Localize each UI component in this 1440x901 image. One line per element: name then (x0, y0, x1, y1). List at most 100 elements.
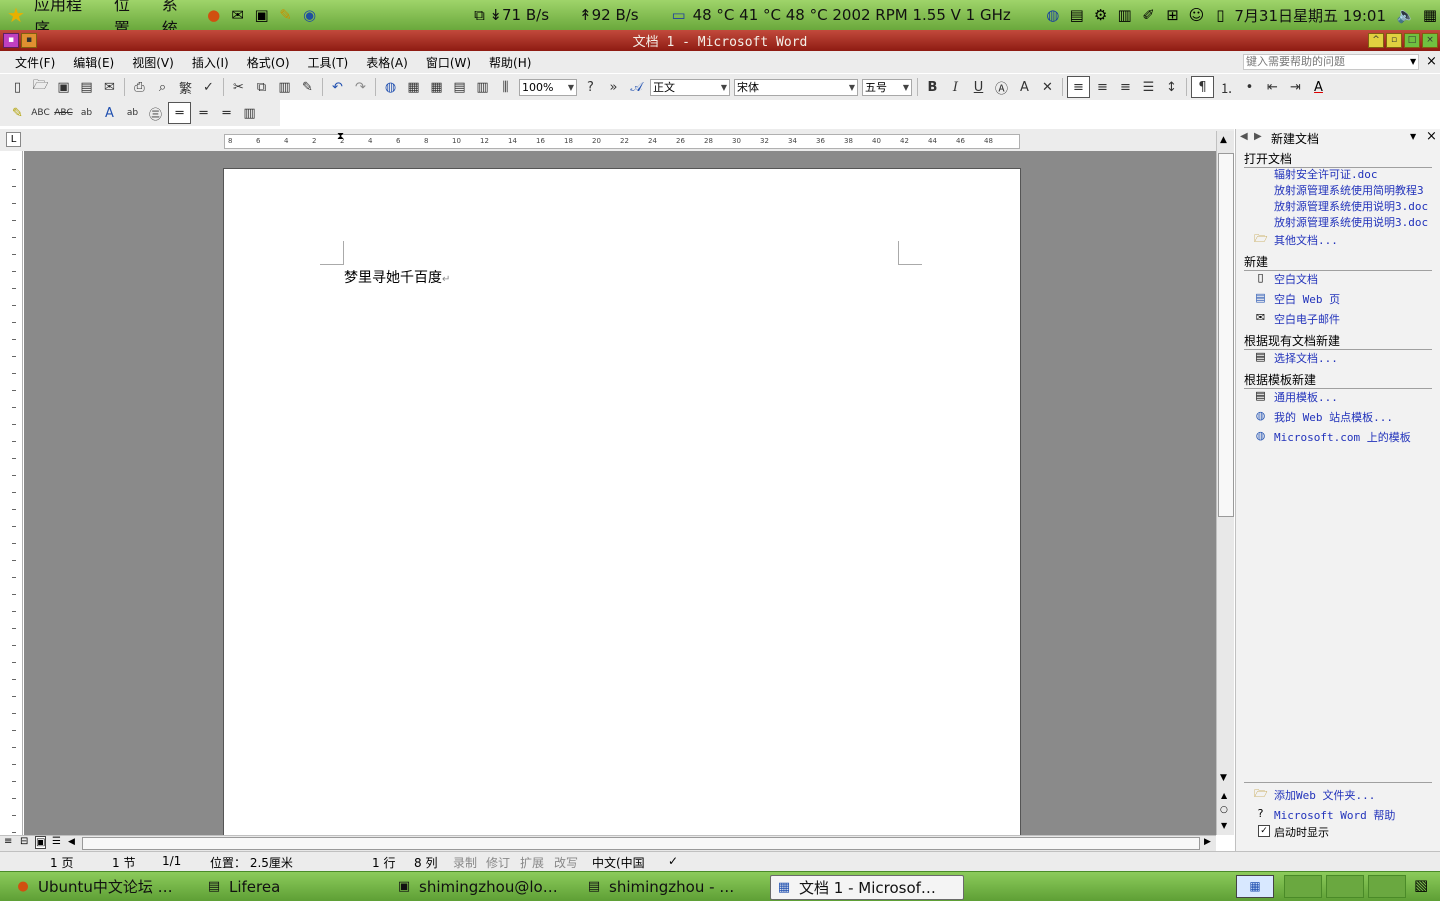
new-document-icon[interactable]: ▯ (7, 77, 28, 97)
print-preview-icon[interactable]: ⌕ (152, 77, 173, 97)
columns-icon[interactable]: ▥ (472, 77, 493, 97)
blank-email-link[interactable]: 空白电子邮件 (1274, 311, 1340, 327)
task-terminal[interactable]: ▣ shimingzhou@lo… (395, 875, 575, 898)
drive-icon[interactable]: ▤ (1067, 5, 1087, 25)
window-icon[interactable]: ⊞ (1163, 5, 1183, 25)
task-liferea[interactable]: ▤ Liferea (205, 875, 385, 898)
phonetic-guide-icon[interactable]: ABC (30, 103, 51, 123)
zoom-combo[interactable]: 100% ▼ (519, 78, 577, 96)
outline-view-icon[interactable]: ☰ (52, 836, 61, 847)
status-rec[interactable]: 录制 (453, 854, 477, 871)
restore-button[interactable]: ▫ (1386, 33, 1402, 48)
char-scale-icon[interactable]: ✕ (1037, 77, 1058, 97)
status-trk[interactable]: 修订 (486, 854, 510, 871)
scroll-right-icon[interactable]: ▶ (1204, 837, 1211, 847)
save-icon[interactable]: ▣ (53, 77, 74, 97)
clipboard-icon[interactable]: ▯ (1210, 5, 1230, 25)
choose-doc-link[interactable]: 选择文档... (1274, 350, 1338, 366)
enclose-chars-icon[interactable]: ㊂ (145, 103, 166, 123)
scroll-up-icon[interactable]: ▲ (1220, 135, 1227, 145)
chart-icon[interactable]: ▥ (1115, 5, 1135, 25)
bold-icon[interactable]: B (922, 77, 943, 97)
copy-icon[interactable]: ⧉ (251, 77, 272, 97)
toolbar-overflow-icon[interactable]: » (603, 77, 624, 97)
select-browse-icon[interactable]: ○ (1220, 805, 1228, 815)
italic-icon[interactable]: I (945, 77, 966, 97)
edit-icon[interactable]: ✐ (1139, 5, 1159, 25)
volume-icon[interactable]: 🔈 (1396, 5, 1416, 25)
bullets-icon[interactable]: • (1239, 77, 1260, 97)
status-ovr[interactable]: 改写 (554, 854, 578, 871)
tools-icon[interactable]: ⚙ (1091, 5, 1111, 25)
single-line-icon[interactable]: ═ (168, 102, 191, 124)
menu-window[interactable]: 窗口(W) (417, 54, 480, 71)
document-page[interactable]: 梦里寻她千百度↵ (223, 168, 1021, 835)
users-icon[interactable]: ☺ (1186, 5, 1206, 25)
print-icon[interactable]: ⎙ (129, 77, 150, 97)
spelling-icon[interactable]: 繁 (175, 77, 196, 97)
add-web-folder-link[interactable]: 添加Web 文件夹... (1274, 787, 1375, 803)
cut-icon[interactable]: ✂ (228, 77, 249, 97)
char-shading-icon[interactable]: A (1014, 77, 1035, 97)
strikethrough-icon[interactable]: ABC (53, 103, 74, 123)
underline-icon[interactable]: U (968, 77, 989, 97)
recent-file-3[interactable]: 放射源管理系统使用说明3.doc (1274, 198, 1428, 214)
vertical-ruler[interactable] (4, 151, 23, 835)
clock[interactable]: 7月31日星期五 19:01 (1234, 5, 1386, 26)
menu-help[interactable]: 帮助(H) (480, 54, 540, 71)
workspace-1[interactable]: ▦ (1236, 875, 1274, 898)
window-menu-button[interactable]: ▪ (3, 33, 19, 48)
two-lines-icon[interactable]: ab (122, 103, 143, 123)
spelling-status-icon[interactable]: ✓ (668, 854, 678, 868)
scroll-down-icon[interactable]: ▼ (1220, 773, 1227, 783)
show-hide-marks-icon[interactable]: ¶ (1191, 76, 1214, 98)
scroll-left-icon[interactable]: ◀ (68, 837, 75, 847)
help-dropdown-icon[interactable]: ▼ (1410, 57, 1416, 66)
recent-file-1[interactable]: 辐射安全许可证.doc (1274, 166, 1378, 182)
numbering-icon[interactable]: ⒈ (1216, 77, 1237, 97)
menu-file[interactable]: 文件(F) (6, 54, 64, 71)
print-layout-view-icon[interactable]: ▣ (35, 836, 47, 849)
workspace-2[interactable] (1284, 875, 1322, 898)
menu-format[interactable]: 格式(O) (238, 54, 299, 71)
h-scroll-thumb[interactable] (82, 837, 1200, 850)
line-spacing-icon[interactable]: ↕ (1161, 77, 1182, 97)
forward-icon[interactable]: ▶ (1254, 131, 1262, 142)
menu-edit[interactable]: 编辑(E) (64, 54, 123, 71)
insert-excel-icon[interactable]: ▤ (449, 77, 470, 97)
workspace-3[interactable] (1326, 875, 1364, 898)
tables-borders-icon[interactable]: ▦ (403, 77, 424, 97)
web-view-icon[interactable]: ⊟ (20, 836, 28, 847)
other-docs-link[interactable]: 其他文档... (1274, 232, 1338, 248)
align-right-icon[interactable]: ≡ (1115, 77, 1136, 97)
window-shade-button[interactable]: ▪ (21, 33, 37, 48)
show-on-startup-checkbox[interactable]: ✓ (1258, 825, 1270, 837)
task-file-manager[interactable]: ▤ shimingzhou - … (585, 875, 765, 898)
monitor-icon[interactable]: ▣ (252, 5, 272, 25)
horizontal-scrollbar[interactable]: ≡ ⊟ ▣ ☰ ◀ ▶ (0, 835, 1216, 851)
status-ext[interactable]: 扩展 (520, 854, 544, 871)
next-page-icon[interactable]: ▼ (1221, 821, 1227, 830)
trash-icon[interactable]: ▧ (1414, 876, 1428, 894)
increase-indent-icon[interactable]: ⇥ (1285, 77, 1306, 97)
menu-table[interactable]: 表格(A) (357, 54, 417, 71)
double-line-icon[interactable]: ═ (193, 103, 214, 123)
drawing-icon[interactable]: ⫼ (495, 77, 516, 97)
style-combo[interactable]: 正文 ▼ (650, 78, 730, 96)
web-templates-link[interactable]: 我的 Web 站点模板... (1274, 409, 1393, 425)
insert-table-icon[interactable]: ▦ (426, 77, 447, 97)
open-folder-icon[interactable]: 🗁 (30, 77, 51, 97)
permission-icon[interactable]: ▤ (76, 77, 97, 97)
ms-templates-link[interactable]: Microsoft.com 上的模板 (1274, 429, 1411, 445)
menubar-close-icon[interactable]: × (1426, 54, 1437, 69)
char-border-icon[interactable]: Ⓐ (991, 77, 1012, 97)
triple-line-icon[interactable]: ═ (216, 103, 237, 123)
word-tray-icon[interactable]: ▦ (1420, 5, 1440, 25)
workspace-4[interactable] (1368, 875, 1406, 898)
task-firefox[interactable]: ● Ubuntu中文论坛 … (14, 875, 194, 898)
redo-icon[interactable]: ↷ (350, 77, 371, 97)
tab-selector-icon[interactable]: L (6, 132, 21, 147)
email-icon[interactable]: ✉ (99, 77, 120, 97)
vertical-scrollbar[interactable]: ▲ ▼ ▲ ○ ▼ (1216, 131, 1234, 835)
indent-marker-icon[interactable]: ⧗ (337, 131, 344, 142)
